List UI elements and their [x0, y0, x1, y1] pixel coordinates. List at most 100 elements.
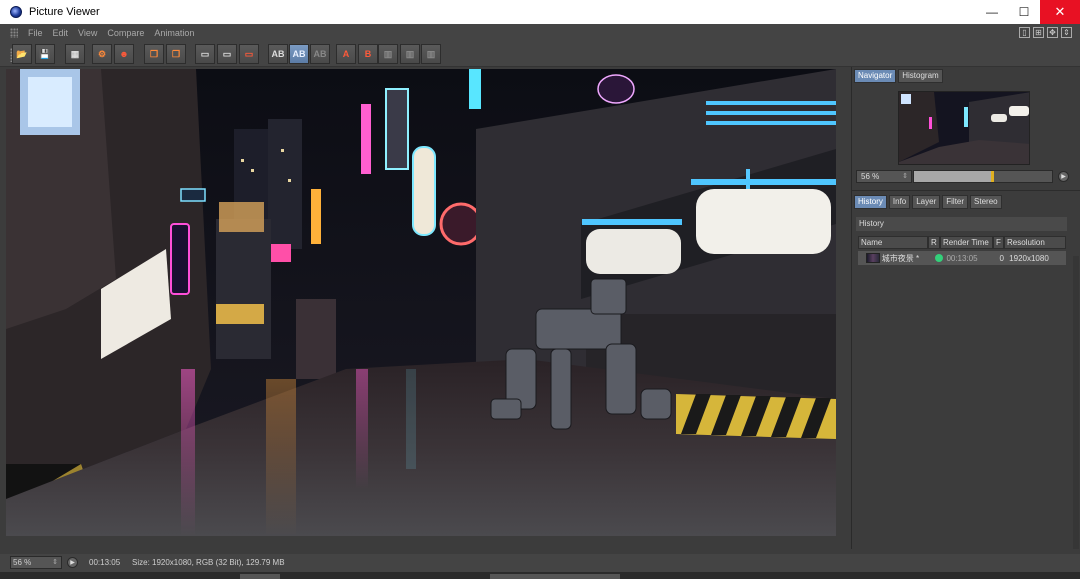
- zoom-value: 56 %: [13, 558, 32, 567]
- close-button[interactable]: ✕: [1040, 0, 1080, 24]
- render-image-viewport[interactable]: [6, 69, 836, 536]
- zoom-spinner-icon[interactable]: ⇕: [52, 557, 58, 568]
- history-row[interactable]: 城市夜景 * 00:13:05 0 1920x1080: [858, 251, 1066, 265]
- navigator-zoom-field[interactable]: 56 % ⇕: [856, 170, 912, 183]
- view-b-icon: ▭: [222, 48, 232, 59]
- zoom-slider-fill: [914, 171, 991, 182]
- split-c-button[interactable]: ▥: [421, 44, 441, 64]
- window-controls: — ☐ ✕: [976, 0, 1080, 24]
- set-b-button[interactable]: B: [358, 44, 378, 64]
- layers-button[interactable]: ❒: [166, 44, 186, 64]
- play-button[interactable]: ▶: [67, 557, 78, 568]
- zoom-field[interactable]: 56 % ⇕: [10, 556, 62, 569]
- tab-navigator[interactable]: Navigator: [854, 69, 897, 83]
- set-b-icon: B: [364, 49, 372, 59]
- navigator-play-button[interactable]: ▶: [1058, 171, 1069, 182]
- navigator-thumbnail[interactable]: [898, 91, 1030, 165]
- history-item-name: 城市夜景 *: [881, 253, 920, 263]
- save-button[interactable]: 💾: [35, 44, 55, 64]
- navigator-tabs: Navigator Histogram: [854, 69, 943, 83]
- panel-scrollbar[interactable]: [1073, 256, 1079, 549]
- history-frame: 0: [999, 253, 1004, 263]
- play-icon: ▶: [70, 560, 75, 566]
- zoom-slider-knob[interactable]: [991, 171, 994, 182]
- taskbar-item[interactable]: [240, 574, 280, 579]
- view-a-icon: ▭: [200, 48, 210, 59]
- render-settings-button[interactable]: ⚙: [92, 44, 112, 64]
- history-column-headers: Name R Render Time F Resolution: [858, 236, 1066, 249]
- menu-file[interactable]: File: [28, 28, 43, 38]
- zoom-spinner-icon[interactable]: ⇕: [902, 171, 908, 182]
- status-image-info: Size: 1920x1080, RGB (32 Bit), 129.79 MB: [132, 558, 285, 567]
- copy-button[interactable]: ❐: [144, 44, 164, 64]
- layout-split-icon[interactable]: ⊞: [1033, 27, 1044, 38]
- column-name[interactable]: Name: [858, 236, 928, 249]
- set-a-button[interactable]: A: [336, 44, 356, 64]
- copy-icon: ❐: [149, 48, 159, 59]
- split-c-icon: ▥: [426, 48, 436, 59]
- status-render-time: 00:13:05: [89, 558, 121, 567]
- view-b-button[interactable]: ▭: [217, 44, 237, 64]
- view-a-button[interactable]: ▭: [195, 44, 215, 64]
- tab-filter[interactable]: Filter: [942, 195, 969, 209]
- grid-icon: ▦: [70, 48, 80, 59]
- tab-stereo[interactable]: Stereo: [970, 195, 1002, 209]
- layout-controls: ▯ ⊞ ✥ ⇕: [1019, 27, 1072, 38]
- panel-divider: [852, 190, 1080, 191]
- panel-tabs: History Info Layer Filter Stereo: [854, 195, 1002, 209]
- history-status: [933, 254, 945, 262]
- compare-ab-icon: AB: [271, 49, 285, 59]
- compare-ab-active-icon: AB: [292, 49, 306, 59]
- view-c-icon: ▭: [244, 48, 254, 59]
- minimize-button[interactable]: —: [976, 0, 1008, 24]
- navigator-zoom-value: 56 %: [861, 172, 880, 181]
- view-c-button[interactable]: ▭: [239, 44, 259, 64]
- menu-animation[interactable]: Animation: [154, 28, 194, 38]
- history-render-time: 00:13:05: [946, 253, 978, 263]
- menu-edit[interactable]: Edit: [53, 28, 69, 38]
- column-r[interactable]: R: [928, 236, 940, 249]
- open-icon: 📂: [16, 48, 28, 59]
- history-section-title: History: [856, 217, 1067, 231]
- title-bar: Picture Viewer — ☐ ✕: [0, 0, 1080, 24]
- column-f[interactable]: F: [993, 236, 1004, 249]
- compare-ab-button[interactable]: AB: [268, 44, 288, 64]
- layout-single-icon[interactable]: ▯: [1019, 27, 1030, 38]
- user-icon: ☻: [119, 49, 129, 59]
- play-icon: ▶: [1061, 174, 1066, 180]
- open-button[interactable]: 📂: [12, 44, 32, 64]
- compare-ab-active-button[interactable]: AB: [289, 44, 309, 64]
- menu-bar: File Edit View Compare Animation ▯ ⊞ ✥ ⇕: [0, 24, 1080, 41]
- move-icon[interactable]: ✥: [1047, 27, 1058, 38]
- compare-ab-dim-button[interactable]: AB: [310, 44, 330, 64]
- maximize-button[interactable]: ☐: [1008, 0, 1040, 24]
- picture-viewer-window: Picture Viewer — ☐ ✕ File Edit View Comp…: [0, 0, 1080, 579]
- grid-button[interactable]: ▦: [65, 44, 85, 64]
- column-resolution[interactable]: Resolution: [1004, 236, 1066, 249]
- save-icon: 💾: [39, 48, 51, 59]
- expand-icon[interactable]: ⇕: [1061, 27, 1072, 38]
- taskbar-strip: [0, 572, 1080, 579]
- toolbar: 📂 💾 ▦ ⚙ ☻ ❐ ❒ ▭ ▭ ▭ AB AB AB A B ▥ ▥ ▥: [0, 41, 1080, 67]
- history-resolution: 1920x1080: [1009, 253, 1049, 263]
- column-render-time[interactable]: Render Time: [940, 236, 993, 249]
- menu-grip-icon: [10, 27, 18, 38]
- rendered-city-image: [6, 69, 836, 536]
- taskbar-item[interactable]: [490, 574, 620, 579]
- split-a-button[interactable]: ▥: [378, 44, 398, 64]
- navigator-preview-image: [899, 92, 1029, 164]
- tab-history[interactable]: History: [854, 195, 887, 209]
- split-a-icon: ▥: [383, 48, 393, 59]
- user-button[interactable]: ☻: [114, 44, 134, 64]
- navigator-zoom-slider[interactable]: [913, 170, 1053, 183]
- tab-info[interactable]: Info: [888, 195, 911, 209]
- layers-icon: ❒: [171, 48, 181, 59]
- side-panel: Navigator Histogram 56 % ⇕ ▶ History Inf…: [851, 67, 1080, 549]
- status-bar: 56 % ⇕ ▶ 00:13:05 Size: 1920x1080, RGB (…: [0, 554, 1080, 572]
- split-b-button[interactable]: ▥: [400, 44, 420, 64]
- menu-view[interactable]: View: [78, 28, 97, 38]
- tab-layer[interactable]: Layer: [912, 195, 941, 209]
- history-thumbnail: [866, 253, 880, 263]
- tab-histogram[interactable]: Histogram: [898, 69, 943, 83]
- menu-compare[interactable]: Compare: [107, 28, 144, 38]
